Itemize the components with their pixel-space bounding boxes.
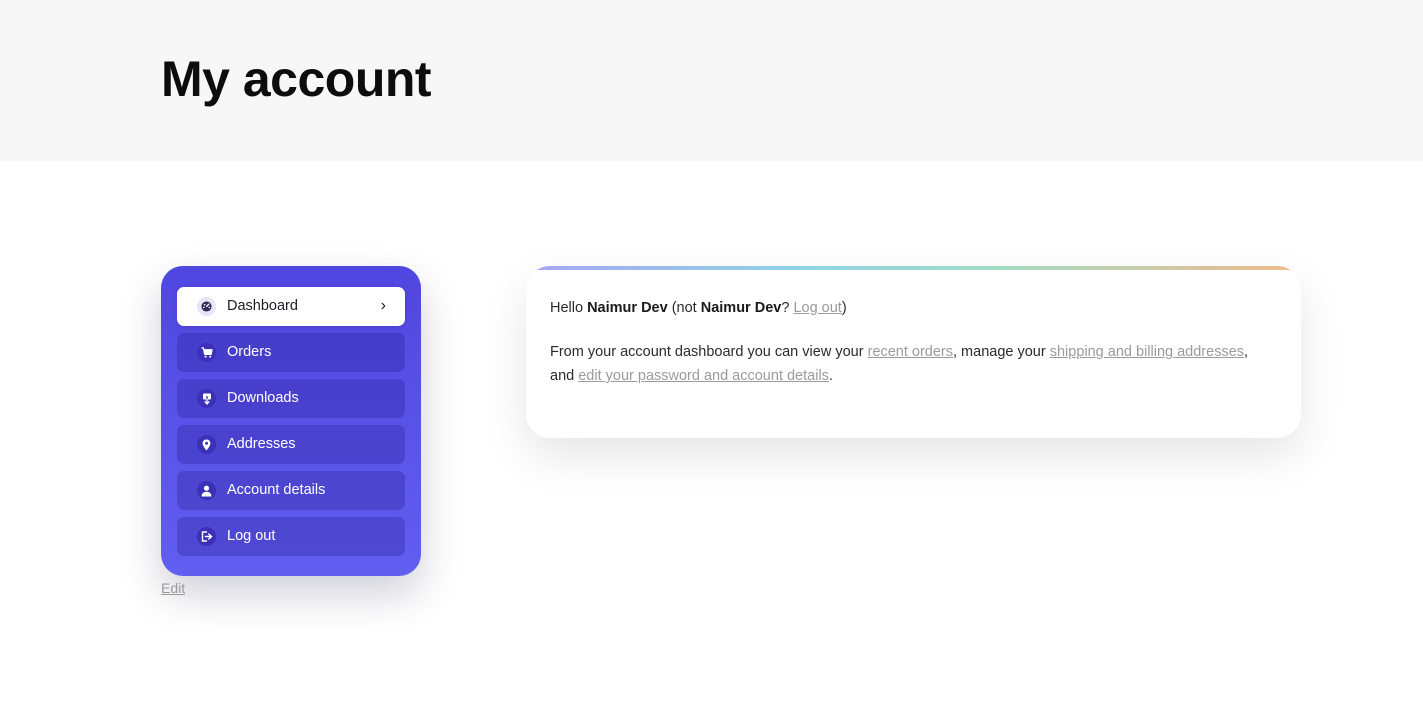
nav-label-dashboard: Dashboard — [227, 298, 298, 314]
nav-item-addresses[interactable]: Addresses — [177, 425, 405, 464]
card-gradient-bar — [526, 266, 1301, 270]
nav-item-logout[interactable]: Log out — [177, 517, 405, 556]
account-navigation: Dashboard › Orders Downloads Addresses A… — [161, 266, 421, 576]
question-mark: ? — [781, 300, 790, 316]
location-pin-icon — [197, 435, 216, 454]
dashboard-icon — [197, 297, 216, 316]
nav-label-addresses: Addresses — [227, 436, 296, 452]
nav-label-downloads: Downloads — [227, 390, 299, 406]
hello-text: Hello — [550, 300, 584, 316]
greeting-text: Hello Naimur Dev (not Naimur Dev? Log ou… — [550, 296, 1270, 320]
user-name: Naimur Dev — [587, 300, 668, 316]
page-header: My account — [0, 0, 1423, 161]
page-title: My account — [161, 51, 432, 107]
chevron-right-icon: › — [380, 297, 386, 314]
logout-link[interactable]: Log out — [793, 300, 841, 316]
nav-label-orders: Orders — [227, 344, 272, 360]
dashboard-intro-text: From your account dashboard you can view… — [550, 340, 1270, 388]
nav-item-account-details[interactable]: Account details — [177, 471, 405, 510]
user-name-again: Naimur Dev — [700, 300, 782, 316]
nav-item-orders[interactable]: Orders — [177, 333, 405, 372]
user-icon — [197, 481, 216, 500]
close-paren: ) — [841, 300, 847, 316]
period-text: . — [828, 368, 833, 384]
cart-icon — [197, 343, 216, 362]
logout-icon — [197, 527, 216, 546]
edit-link[interactable]: Edit — [161, 579, 185, 597]
intro-text: From your account dashboard you can view… — [550, 344, 864, 360]
manage-text: , manage your — [953, 344, 1046, 360]
nav-item-dashboard[interactable]: Dashboard › — [177, 287, 405, 326]
nav-label-logout: Log out — [227, 528, 276, 544]
dashboard-card: Hello Naimur Dev (not Naimur Dev? Log ou… — [526, 266, 1301, 438]
not-prefix-text: (not — [671, 300, 697, 316]
nav-label-account-details: Account details — [227, 482, 326, 498]
account-details-link[interactable]: edit your password and account details — [578, 368, 829, 384]
download-icon — [197, 389, 216, 408]
nav-item-downloads[interactable]: Downloads — [177, 379, 405, 418]
recent-orders-link[interactable]: recent orders — [868, 344, 953, 360]
addresses-link[interactable]: shipping and billing addresses — [1050, 344, 1244, 360]
